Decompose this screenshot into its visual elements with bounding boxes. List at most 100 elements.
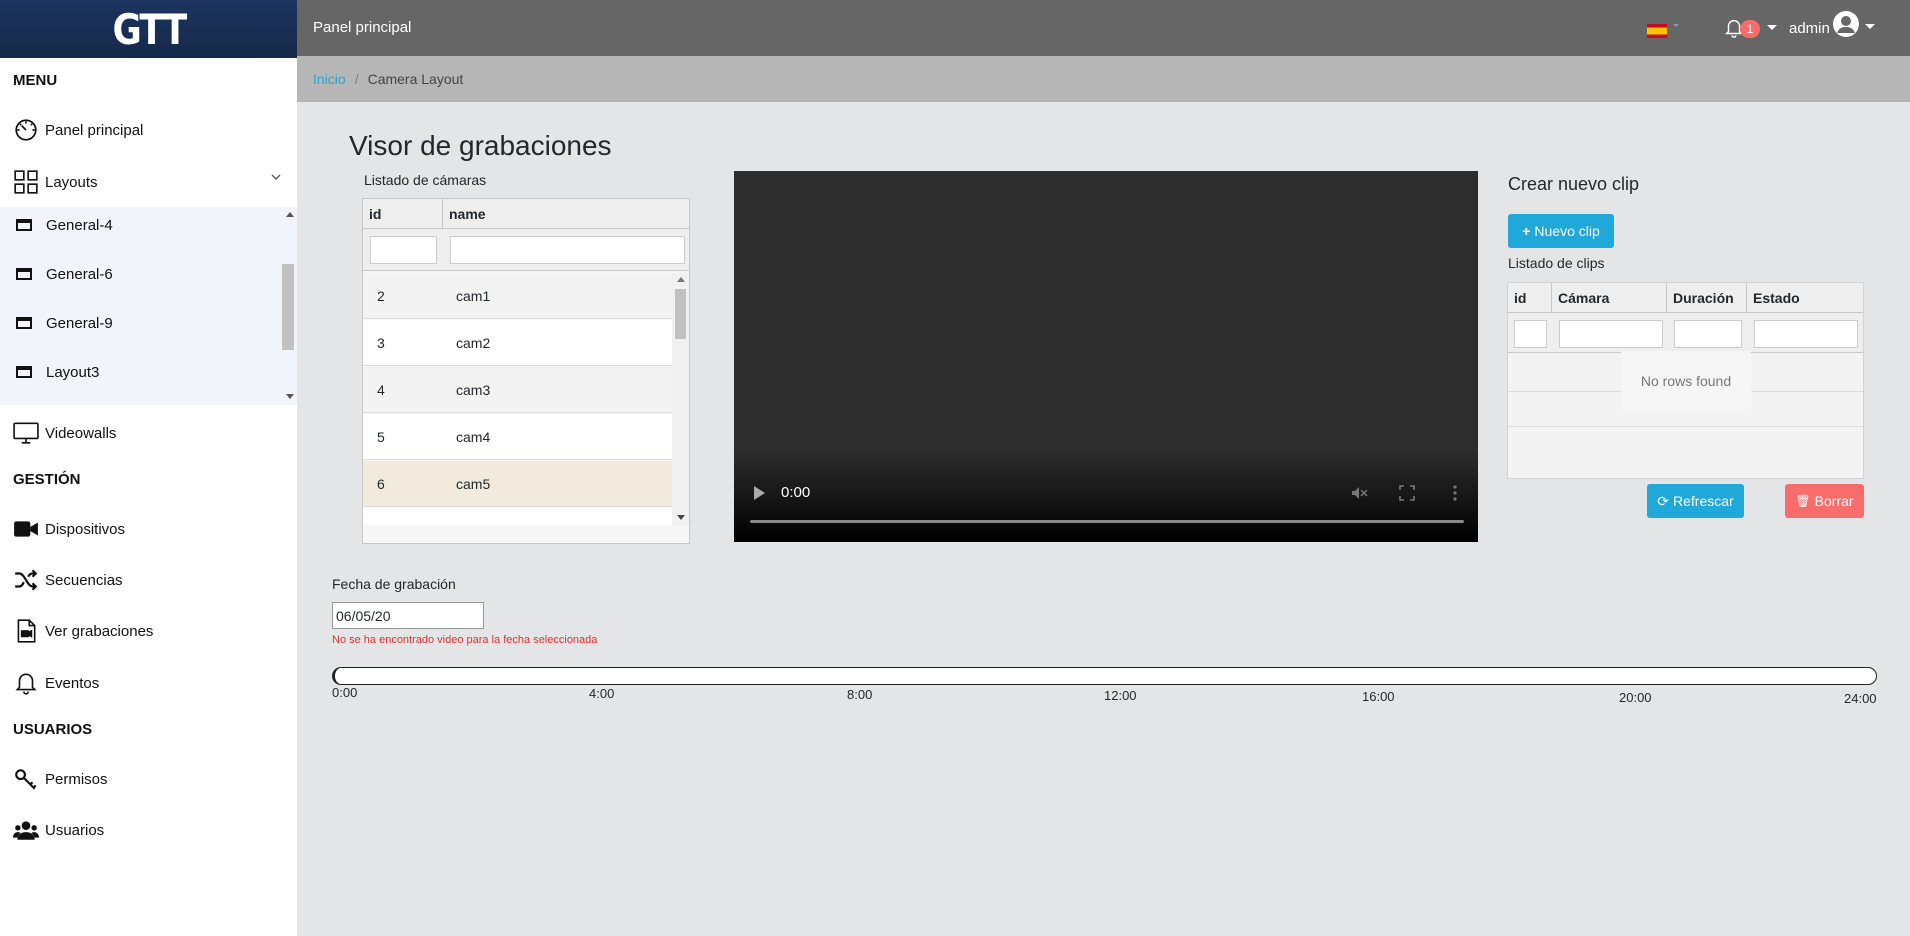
sidebar-item-usuarios[interactable]: Usuarios [12,815,104,845]
timeline-tick: 12:00 [1104,688,1137,703]
duracion-filter-input[interactable] [1674,320,1742,348]
scrollbar-thumb[interactable] [675,289,686,339]
usuarios-section-title: USUARIOS [13,721,93,738]
estado-filter-input[interactable] [1754,320,1858,348]
users-icon [12,816,40,844]
refresh-button[interactable]: ⟳ Refrescar [1647,484,1744,518]
sidebar-item-label: Dispositivos [45,520,126,538]
column-header-name[interactable]: name [443,199,689,228]
cameras-rows: 2 cam1 3 cam2 4 cam3 5 cam4 6 cam5 7 cam… [363,273,672,525]
button-label: Borrar [1814,493,1854,509]
scroll-down-arrow-icon[interactable] [677,515,685,520]
column-header-duracion[interactable]: Duración [1667,283,1747,312]
sidebar-item-label: Videowalls [45,424,117,442]
new-clip-button[interactable]: + Nuevo clip [1508,214,1614,248]
layouts-submenu: General-4 General-6 General-9 Layout3 [0,207,297,405]
play-icon[interactable] [754,486,765,500]
user-caret-icon[interactable] [1865,24,1875,29]
sidebar-subitem-layout3[interactable]: Layout3 [16,360,99,384]
video-player[interactable]: 0:00 [734,171,1478,542]
column-header-estado[interactable]: Estado [1747,283,1863,312]
sidebar-subitem-general-6[interactable]: General-6 [16,262,113,286]
table-filter-row [363,229,689,271]
name-filter-input[interactable] [450,236,685,264]
scroll-up-arrow-icon[interactable] [677,277,685,282]
cell-name: cam3 [456,381,491,398]
table-row-selected[interactable]: 6 cam5 [363,461,672,507]
submenu-scrollbar[interactable] [281,207,295,405]
cell-id: 2 [377,287,385,304]
scrollbar-thumb[interactable] [282,264,294,350]
table-row[interactable]: 4 cam3 [363,367,672,413]
table-row[interactable]: 5 cam4 [363,414,672,460]
app-logo[interactable]: GTT [0,0,297,58]
date-input[interactable]: 06/05/20 [332,602,484,629]
chevron-down-icon[interactable] [270,171,282,183]
breadcrumb-home-link[interactable]: Inicio [313,71,346,87]
column-header-camara[interactable]: Cámara [1552,283,1667,312]
spain-flag-icon[interactable] [1647,24,1667,38]
table-filter-row [1508,313,1863,353]
user-avatar-icon[interactable] [1832,10,1860,38]
notifications-caret-icon[interactable] [1767,25,1777,30]
scroll-down-arrow-icon[interactable] [286,394,294,399]
cell-name: cam4 [456,428,491,445]
sidebar-item-layouts[interactable]: Layouts [12,167,98,197]
fullscreen-icon[interactable] [1398,484,1416,502]
id-filter-input[interactable] [370,236,437,264]
sidebar-subitem-general-9[interactable]: General-9 [16,311,113,335]
navbar-title[interactable]: Panel principal [313,19,411,36]
mute-icon[interactable] [1350,484,1368,502]
speedometer-icon [12,116,40,144]
cameras-list-label: Listado de cámaras [364,172,487,188]
timeline-tick: 0:00 [332,685,358,700]
key-icon [12,765,40,793]
timeline-slider[interactable] [332,667,1877,685]
cameras-table: id name 2 cam1 3 cam2 4 cam3 5 cam4 6 ca… [362,198,690,544]
cell-name: cam6 [456,523,490,526]
sidebar-subitem-label: General-6 [46,265,113,283]
scroll-up-arrow-icon[interactable] [286,212,294,217]
clips-table: id Cámara Duración Estado No rows found [1507,282,1864,479]
table-header: id Cámara Duración Estado [1508,283,1863,313]
sidebar-item-ver-grabaciones[interactable]: Ver grabaciones [12,616,153,646]
row-divider [1508,426,1863,427]
sidebar-item-videowalls[interactable]: Videowalls [12,418,116,448]
sidebar-item-label: Layouts [45,173,98,191]
breadcrumb: Inicio / Camera Layout [297,56,1910,102]
sidebar-item-label: Usuarios [45,821,105,839]
delete-button[interactable]: 🗑 Borrar [1785,484,1864,518]
sidebar-item-label: Secuencias [45,571,123,589]
page-title: Visor de grabaciones [349,130,612,161]
cell-name: cam2 [456,334,491,351]
column-header-id[interactable]: id [1508,283,1552,312]
sidebar-item-permisos[interactable]: Permisos [12,764,108,794]
sidebar-item-secuencias[interactable]: Secuencias [12,565,123,595]
cameras-scrollbar[interactable] [672,273,689,525]
more-options-icon[interactable] [1446,484,1464,502]
sidebar-item-eventos[interactable]: Eventos [12,668,99,698]
table-row[interactable]: 3 cam2 [363,320,672,366]
user-name[interactable]: admin [1789,20,1830,37]
table-row[interactable]: 2 cam1 [363,273,672,319]
grid-icon [12,168,40,196]
video-camera-icon [12,515,40,543]
error-message: No se ha encontrado video para la fecha … [332,634,598,646]
window-icon [16,268,32,280]
video-time: 0:00 [781,484,811,501]
sidebar-item-dispositivos[interactable]: Dispositivos [12,514,125,544]
column-header-id[interactable]: id [363,199,443,228]
video-progress-bar[interactable] [750,520,1464,523]
table-row[interactable]: 7 cam6 [363,508,672,525]
camara-filter-input[interactable] [1559,320,1663,348]
logo-text: GTT [111,4,187,54]
language-caret-icon[interactable] [1673,24,1679,27]
sidebar-subitem-label: Layout3 [46,363,100,381]
id-filter-input[interactable] [1514,320,1547,348]
bell-icon [12,669,40,697]
sidebar-item-label: Eventos [45,674,100,692]
sidebar-item-panel[interactable]: Panel principal [12,115,143,145]
sidebar-subitem-general-4[interactable]: General-4 [16,213,113,237]
monitor-icon [12,419,40,447]
cell-id: 5 [377,428,385,445]
